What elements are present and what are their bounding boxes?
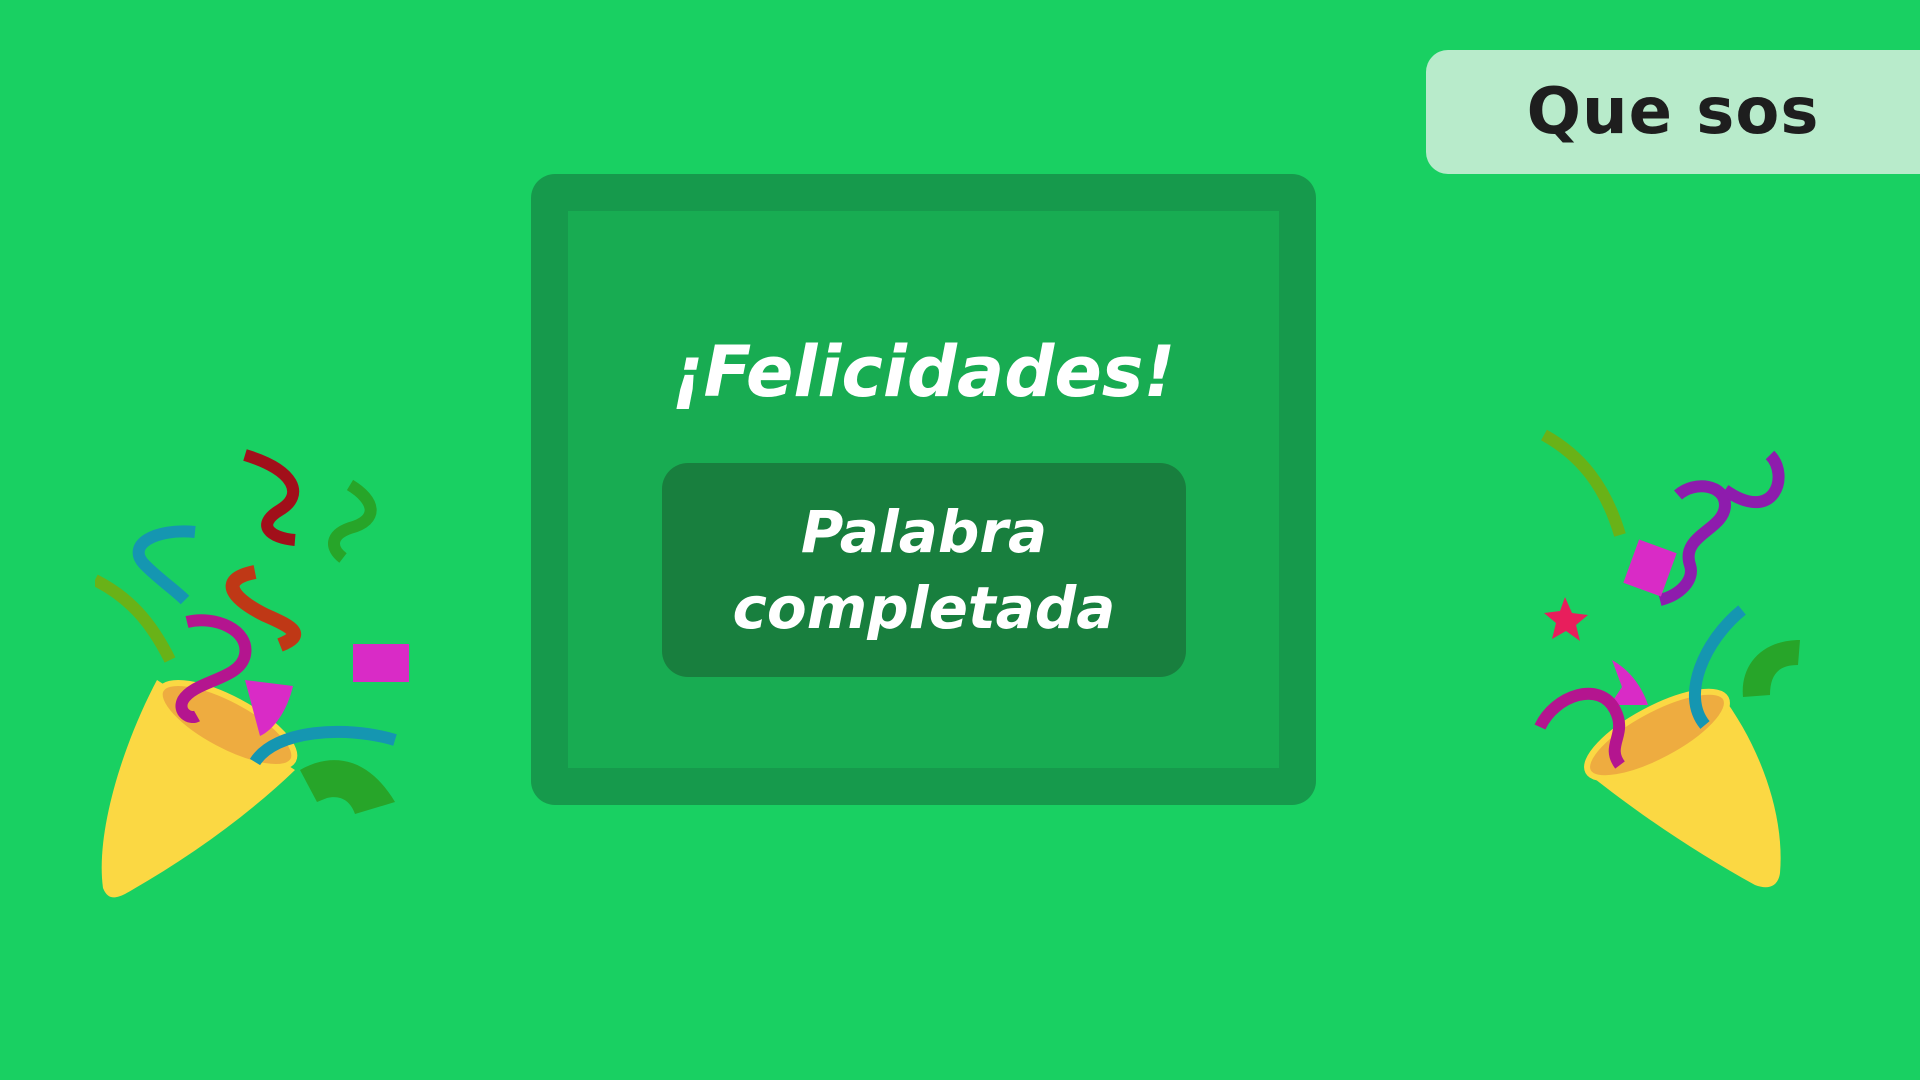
game-screen: Que sos ¡Felicidades! Palabra completada: [0, 0, 1920, 1080]
result-message-box: Palabra completada: [662, 463, 1186, 677]
party-popper-icon: [95, 449, 409, 898]
target-word: Que sos: [1526, 75, 1820, 149]
congratulations-dialog: ¡Felicidades! Palabra completada: [531, 174, 1316, 805]
word-badge: Que sos: [1426, 50, 1920, 174]
result-message: Palabra completada: [732, 498, 1116, 642]
dialog-body: ¡Felicidades! Palabra completada: [568, 211, 1279, 768]
dialog-title: ¡Felicidades!: [671, 331, 1176, 413]
party-popper-icon: [1534, 429, 1800, 888]
